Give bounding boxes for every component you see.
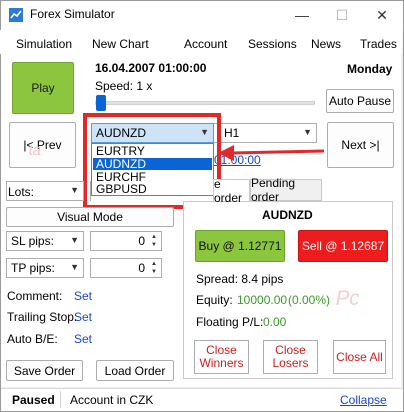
status-state: Paused xyxy=(12,393,55,407)
next-button[interactable]: Next >| xyxy=(327,122,394,168)
menu-account[interactable]: Account xyxy=(184,37,227,51)
order-symbol-title: AUDNZD xyxy=(262,208,313,222)
decrement-icon[interactable]: ▼ xyxy=(148,241,160,249)
weekday-label: Monday xyxy=(347,62,393,76)
floating-pl-label: Floating P/L: xyxy=(196,315,264,329)
watermark-left: ᵗᵃ xyxy=(28,140,41,165)
increment-icon[interactable]: ▲ xyxy=(148,233,160,241)
prev-button[interactable]: |< Prev xyxy=(9,122,76,168)
auto-be-set-link[interactable]: Set xyxy=(74,332,92,346)
tab-market-order[interactable]: e order xyxy=(213,177,250,205)
annotation-arrow xyxy=(218,145,325,161)
save-order-button[interactable]: Save Order xyxy=(6,360,83,381)
comment-set-link[interactable]: Set xyxy=(74,289,92,303)
chevron-down-icon: ▼ xyxy=(303,127,312,137)
lots-field-edge xyxy=(90,181,91,201)
status-account: Account in CZK xyxy=(70,393,154,407)
menu-simulation[interactable]: Simulation xyxy=(16,37,72,51)
sell-button[interactable]: Sell @ 1.12687 xyxy=(298,230,388,262)
status-divider xyxy=(60,391,61,408)
sl-pips-stepper[interactable]: 0 ▲ ▼ xyxy=(90,231,162,251)
equity-label: Equity: xyxy=(196,293,233,307)
chevron-down-icon: ▼ xyxy=(70,262,79,272)
maximize-button[interactable]: ☐ xyxy=(322,0,362,30)
floating-pl-value: 0.00 xyxy=(263,315,287,329)
menu-new-chart[interactable]: New Chart xyxy=(92,37,149,51)
tp-pips-stepper[interactable]: 0 ▲ ▼ xyxy=(90,258,162,278)
minimize-button[interactable]: — xyxy=(282,0,322,30)
play-button[interactable]: Play xyxy=(12,62,74,114)
tab-pending-order[interactable]: Pending order xyxy=(250,176,322,204)
auto-pause-button[interactable]: Auto Pause xyxy=(326,89,394,113)
annotation-highlight-box xyxy=(83,113,221,209)
visual-mode-button[interactable]: Visual Mode xyxy=(6,207,174,227)
lots-combo[interactable]: ▼ xyxy=(6,181,84,201)
trailing-stop-set-link[interactable]: Set xyxy=(74,310,92,324)
speed-slider-track[interactable] xyxy=(95,101,315,105)
chevron-down-icon: ▼ xyxy=(70,185,79,195)
comment-label: Comment: xyxy=(7,289,63,303)
watermark-right: ᴾᶜ xyxy=(335,286,359,319)
increment-icon[interactable]: ▲ xyxy=(148,260,160,268)
menu-trades[interactable]: Trades xyxy=(360,37,397,51)
spread-label: Spread: 8.4 pips xyxy=(196,272,284,286)
trailing-stop-label: Trailing Stop: xyxy=(7,310,78,324)
collapse-link[interactable]: Collapse xyxy=(340,393,387,407)
buy-button[interactable]: Buy @ 1.12771 xyxy=(195,230,285,262)
sim-datetime: 16.04.2007 01:00:00 xyxy=(95,61,207,75)
app-icon xyxy=(9,8,23,22)
equity-percent: (0.00%) xyxy=(288,293,331,307)
chevron-down-icon: ▼ xyxy=(70,235,79,245)
speed-label: Speed: 1 x xyxy=(95,79,153,93)
tp-pips-combo[interactable]: TP pips: ▼ xyxy=(6,258,84,278)
load-order-button[interactable]: Load Order xyxy=(96,360,174,381)
close-winners-button[interactable]: Close Winners xyxy=(194,340,249,374)
close-losers-button[interactable]: Close Losers xyxy=(263,340,318,374)
menu-sessions[interactable]: Sessions xyxy=(248,37,297,51)
close-window-button[interactable]: ✕ xyxy=(362,0,402,30)
close-all-button[interactable]: Close All xyxy=(333,340,386,374)
window-title: Forex Simulator xyxy=(30,7,115,21)
sl-pips-combo[interactable]: SL pips: ▼ xyxy=(6,231,84,251)
speed-slider-thumb[interactable] xyxy=(96,95,106,111)
auto-be-label: Auto B/E: xyxy=(7,332,58,346)
menu-news[interactable]: News xyxy=(311,37,341,51)
decrement-icon[interactable]: ▼ xyxy=(148,268,160,276)
equity-value: 10000.00 xyxy=(237,293,288,307)
